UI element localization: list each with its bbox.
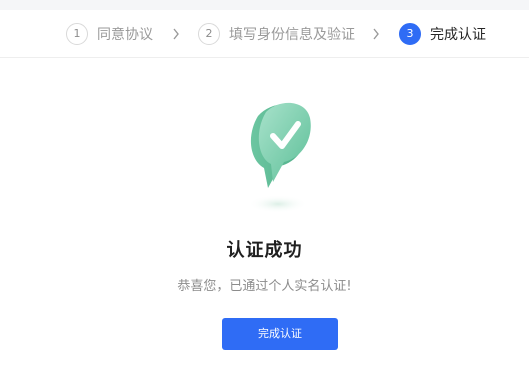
step-complete-auth[interactable]: 3 完成认证 bbox=[399, 23, 486, 45]
complete-auth-button[interactable]: 完成认证 bbox=[222, 318, 338, 350]
step-number: 3 bbox=[399, 23, 421, 45]
step-label: 同意协议 bbox=[97, 27, 153, 43]
step-agree-protocol[interactable]: 1 同意协议 bbox=[66, 23, 153, 45]
step-label: 填写身份信息及验证 bbox=[229, 27, 355, 43]
chevron-right-icon bbox=[170, 23, 182, 45]
step-number: 2 bbox=[198, 23, 220, 45]
steps-bar: 1 同意协议 2 填写身份信息及验证 3 完成认证 bbox=[0, 10, 529, 58]
result-subtitle: 恭喜您，已通过个人实名认证! bbox=[177, 279, 352, 294]
top-strip bbox=[0, 0, 529, 10]
result-title: 认证成功 bbox=[226, 240, 303, 261]
step-number: 1 bbox=[66, 23, 88, 45]
step-label: 完成认证 bbox=[430, 27, 486, 43]
check-bubble-icon bbox=[228, 96, 328, 220]
chevron-right-icon bbox=[370, 23, 382, 45]
step-fill-identity[interactable]: 2 填写身份信息及验证 bbox=[198, 23, 355, 45]
